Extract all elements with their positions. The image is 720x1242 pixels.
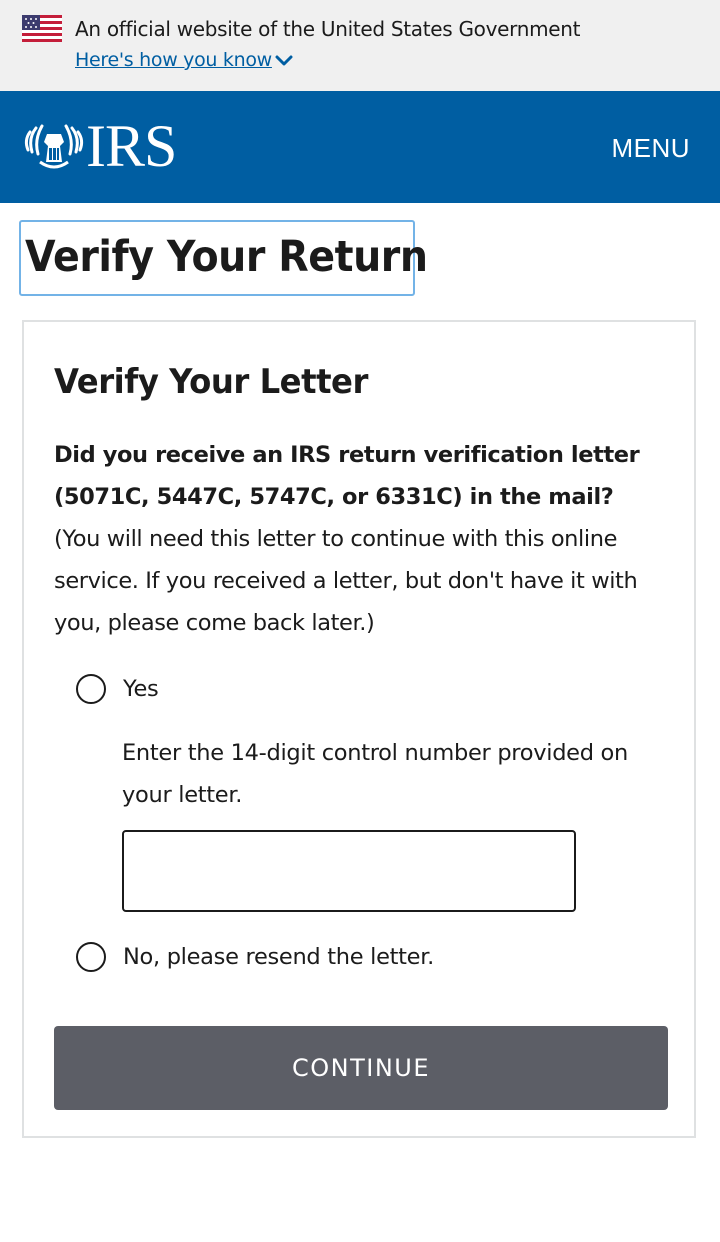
irs-eagle-icon — [24, 124, 84, 169]
radio-label-no: No, please resend the letter. — [123, 944, 434, 970]
radio-button-yes[interactable] — [76, 674, 106, 704]
page-title-focus-box: Verify Your Return — [19, 220, 428, 296]
control-number-help: Enter the 14-digit control number provid… — [122, 740, 628, 808]
heres-how-you-know-link[interactable]: Here's how you know — [75, 49, 272, 71]
gov-banner: An official website of the United States… — [0, 0, 720, 91]
chevron-down-icon[interactable] — [275, 54, 293, 68]
radio-button-no[interactable] — [76, 942, 106, 972]
radio-label-yes: Yes — [123, 676, 159, 702]
continue-button[interactable]: CONTINUE — [54, 1026, 668, 1110]
verify-letter-card: Verify Your Letter Did you receive an IR… — [22, 320, 696, 1138]
radio-option-no[interactable]: No, please resend the letter. — [76, 942, 434, 972]
letter-note: (You will need this letter to continue w… — [54, 526, 638, 636]
letter-question: Did you receive an IRS return verificati… — [54, 442, 640, 510]
page-title: Verify Your Return — [25, 232, 428, 282]
menu-button[interactable]: MENU — [611, 133, 690, 164]
logo-text: IRS — [86, 113, 177, 179]
gov-banner-text: An official website of the United States… — [75, 17, 581, 41]
site-header: IRS MENU — [0, 91, 720, 203]
card-title: Verify Your Letter — [54, 362, 368, 402]
control-number-input[interactable] — [122, 830, 576, 912]
radio-option-yes[interactable]: Yes — [76, 674, 159, 704]
irs-logo[interactable]: IRS — [20, 113, 177, 179]
us-flag-icon — [22, 15, 62, 42]
